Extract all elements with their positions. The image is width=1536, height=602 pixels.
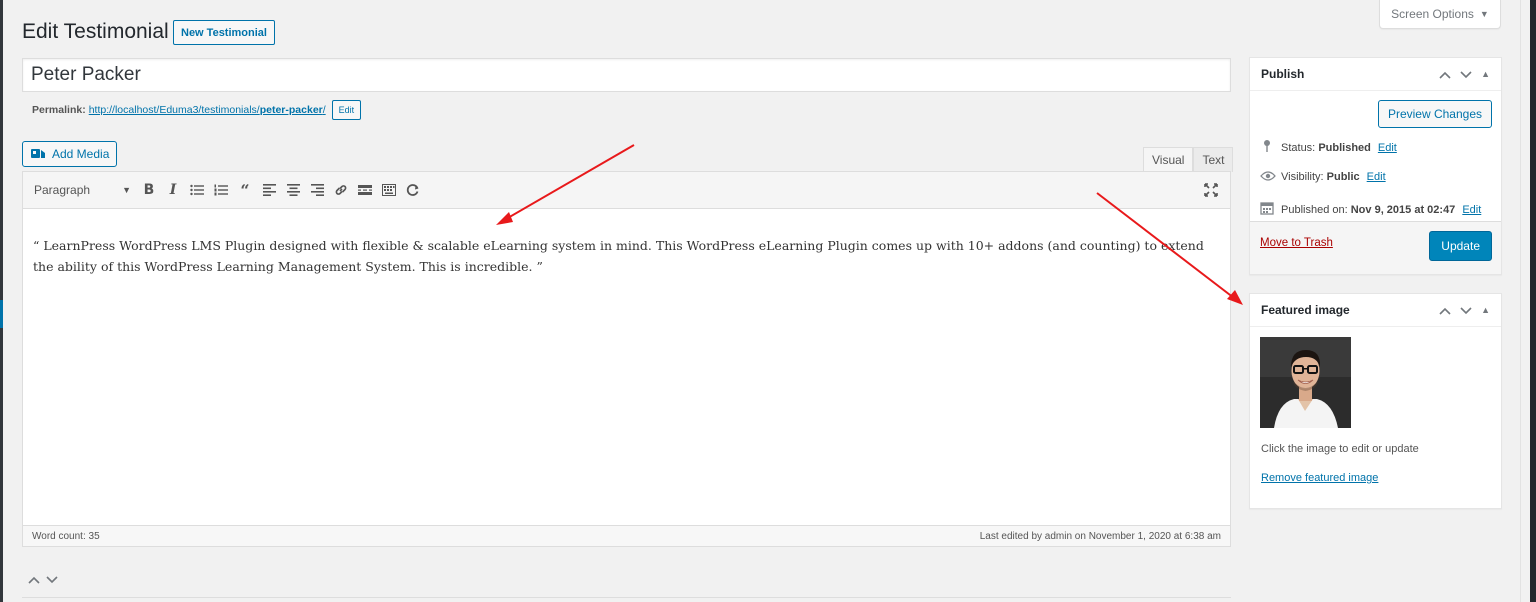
last-edited: Last edited by admin on November 1, 2020… bbox=[979, 530, 1221, 542]
status-label: Status: bbox=[1281, 141, 1316, 154]
add-media-button[interactable]: Add Media bbox=[22, 141, 118, 167]
fullscreen-icon[interactable] bbox=[1202, 180, 1220, 200]
word-count: Word count: 35 bbox=[32, 530, 100, 542]
edit-visibility-link[interactable]: Edit bbox=[1367, 171, 1386, 183]
pin-icon bbox=[1260, 139, 1274, 156]
align-center-icon[interactable] bbox=[283, 179, 303, 201]
permalink-label: Permalink: bbox=[32, 104, 86, 116]
featured-image-box: Featured image ▲ Click the image to edit… bbox=[1249, 293, 1502, 509]
bullet-list-icon[interactable] bbox=[187, 179, 207, 201]
refresh-icon[interactable] bbox=[403, 179, 423, 201]
tab-text[interactable]: Text bbox=[1193, 147, 1234, 172]
move-down-icon[interactable] bbox=[1460, 303, 1472, 318]
permalink-url-suffix: / bbox=[322, 104, 326, 116]
move-up-icon[interactable] bbox=[1439, 67, 1451, 82]
edit-status-link[interactable]: Edit bbox=[1378, 142, 1397, 154]
editor-toolbar: Paragraph ▼ B I “ bbox=[23, 172, 1230, 209]
read-more-icon[interactable] bbox=[355, 179, 375, 201]
screen-options-label: Screen Options bbox=[1391, 7, 1474, 21]
featured-image-box-title: Featured image bbox=[1261, 303, 1350, 317]
blockquote-icon[interactable]: “ bbox=[235, 179, 255, 201]
visibility-row: Visibility: Public Edit bbox=[1260, 170, 1386, 184]
publish-actions: Move to Trash Update bbox=[1250, 221, 1501, 274]
status-value: Published bbox=[1318, 141, 1371, 154]
toolbar-toggle-icon[interactable] bbox=[379, 179, 399, 201]
format-select[interactable]: Paragraph ▼ bbox=[30, 179, 135, 201]
post-status-row: Status: Published Edit bbox=[1260, 139, 1397, 156]
align-right-icon[interactable] bbox=[307, 179, 327, 201]
screen-options-button[interactable]: Screen Options ▼ bbox=[1379, 0, 1501, 29]
calendar-icon bbox=[1260, 201, 1274, 218]
post-title-input[interactable] bbox=[22, 58, 1231, 92]
eye-icon bbox=[1260, 170, 1276, 184]
editor-tabs: Visual Text bbox=[1143, 147, 1234, 172]
admin-menu-active-marker bbox=[0, 300, 3, 328]
scrollbar-track bbox=[1530, 0, 1536, 602]
published-label: Published on: bbox=[1281, 203, 1348, 216]
permalink-row: Permalink: http://localhost/Eduma3/testi… bbox=[32, 100, 362, 120]
link-icon[interactable] bbox=[331, 179, 351, 201]
format-select-value: Paragraph bbox=[34, 183, 91, 197]
permalink-edit-button[interactable]: Edit bbox=[331, 100, 362, 120]
visibility-value: Public bbox=[1326, 171, 1360, 183]
align-left-icon[interactable] bbox=[259, 179, 279, 201]
new-testimonial-button[interactable]: New Testimonial bbox=[173, 20, 275, 45]
content-editor: Paragraph ▼ B I “ “ LearnPress WordPress… bbox=[22, 171, 1231, 547]
add-media-icon bbox=[30, 147, 46, 161]
toggle-panel-icon[interactable]: ▲ bbox=[1481, 305, 1490, 315]
move-to-trash-link[interactable]: Move to Trash bbox=[1260, 237, 1333, 249]
featured-image-box-header: Featured image ▲ bbox=[1250, 294, 1501, 327]
numbered-list-icon[interactable] bbox=[211, 179, 231, 201]
tab-visual[interactable]: Visual bbox=[1143, 147, 1194, 172]
divider bbox=[22, 597, 1231, 598]
editor-statusbar: Word count: 35 Last edited by admin on N… bbox=[23, 525, 1230, 546]
page-title: Edit Testimonial bbox=[22, 20, 169, 43]
permalink-link[interactable]: http://localhost/Eduma3/testimonials/pet… bbox=[89, 104, 326, 116]
chevron-down-icon: ▼ bbox=[122, 185, 131, 195]
featured-image-help: Click the image to edit or update bbox=[1261, 443, 1419, 455]
publish-box-title: Publish bbox=[1261, 67, 1305, 81]
add-media-label: Add Media bbox=[52, 147, 110, 161]
permalink-url-prefix: http://localhost/Eduma3/testimonials/ bbox=[88, 104, 260, 116]
italic-icon[interactable]: I bbox=[163, 179, 183, 201]
toggle-panel-icon[interactable]: ▲ bbox=[1481, 69, 1490, 79]
update-button[interactable]: Update bbox=[1429, 231, 1492, 261]
publish-date-row: Published on: Nov 9, 2015 at 02:47 Edit bbox=[1260, 201, 1481, 218]
publish-box-header: Publish ▲ bbox=[1250, 58, 1501, 91]
move-up-icon[interactable] bbox=[28, 571, 40, 587]
edit-date-link[interactable]: Edit bbox=[1462, 204, 1481, 216]
metabox-order-controls bbox=[28, 571, 58, 587]
remove-featured-image-link[interactable]: Remove featured image bbox=[1261, 472, 1378, 484]
publish-box: Publish ▲ Preview Changes Status: Publis… bbox=[1249, 57, 1502, 275]
move-up-icon[interactable] bbox=[1439, 303, 1451, 318]
window-scrollbar[interactable] bbox=[1520, 0, 1536, 602]
visibility-label: Visibility: bbox=[1281, 171, 1324, 183]
editor-content[interactable]: “ LearnPress WordPress LMS Plugin design… bbox=[23, 209, 1230, 303]
admin-menu-edge bbox=[0, 0, 3, 602]
caret-down-icon: ▼ bbox=[1479, 9, 1489, 19]
permalink-slug: peter-packer bbox=[259, 104, 323, 116]
published-value: Nov 9, 2015 at 02:47 bbox=[1350, 203, 1456, 216]
move-down-icon[interactable] bbox=[46, 571, 58, 587]
move-down-icon[interactable] bbox=[1460, 67, 1472, 82]
preview-changes-button[interactable]: Preview Changes bbox=[1377, 100, 1492, 128]
bold-icon[interactable]: B bbox=[139, 179, 159, 201]
featured-image-thumbnail[interactable] bbox=[1260, 337, 1351, 428]
